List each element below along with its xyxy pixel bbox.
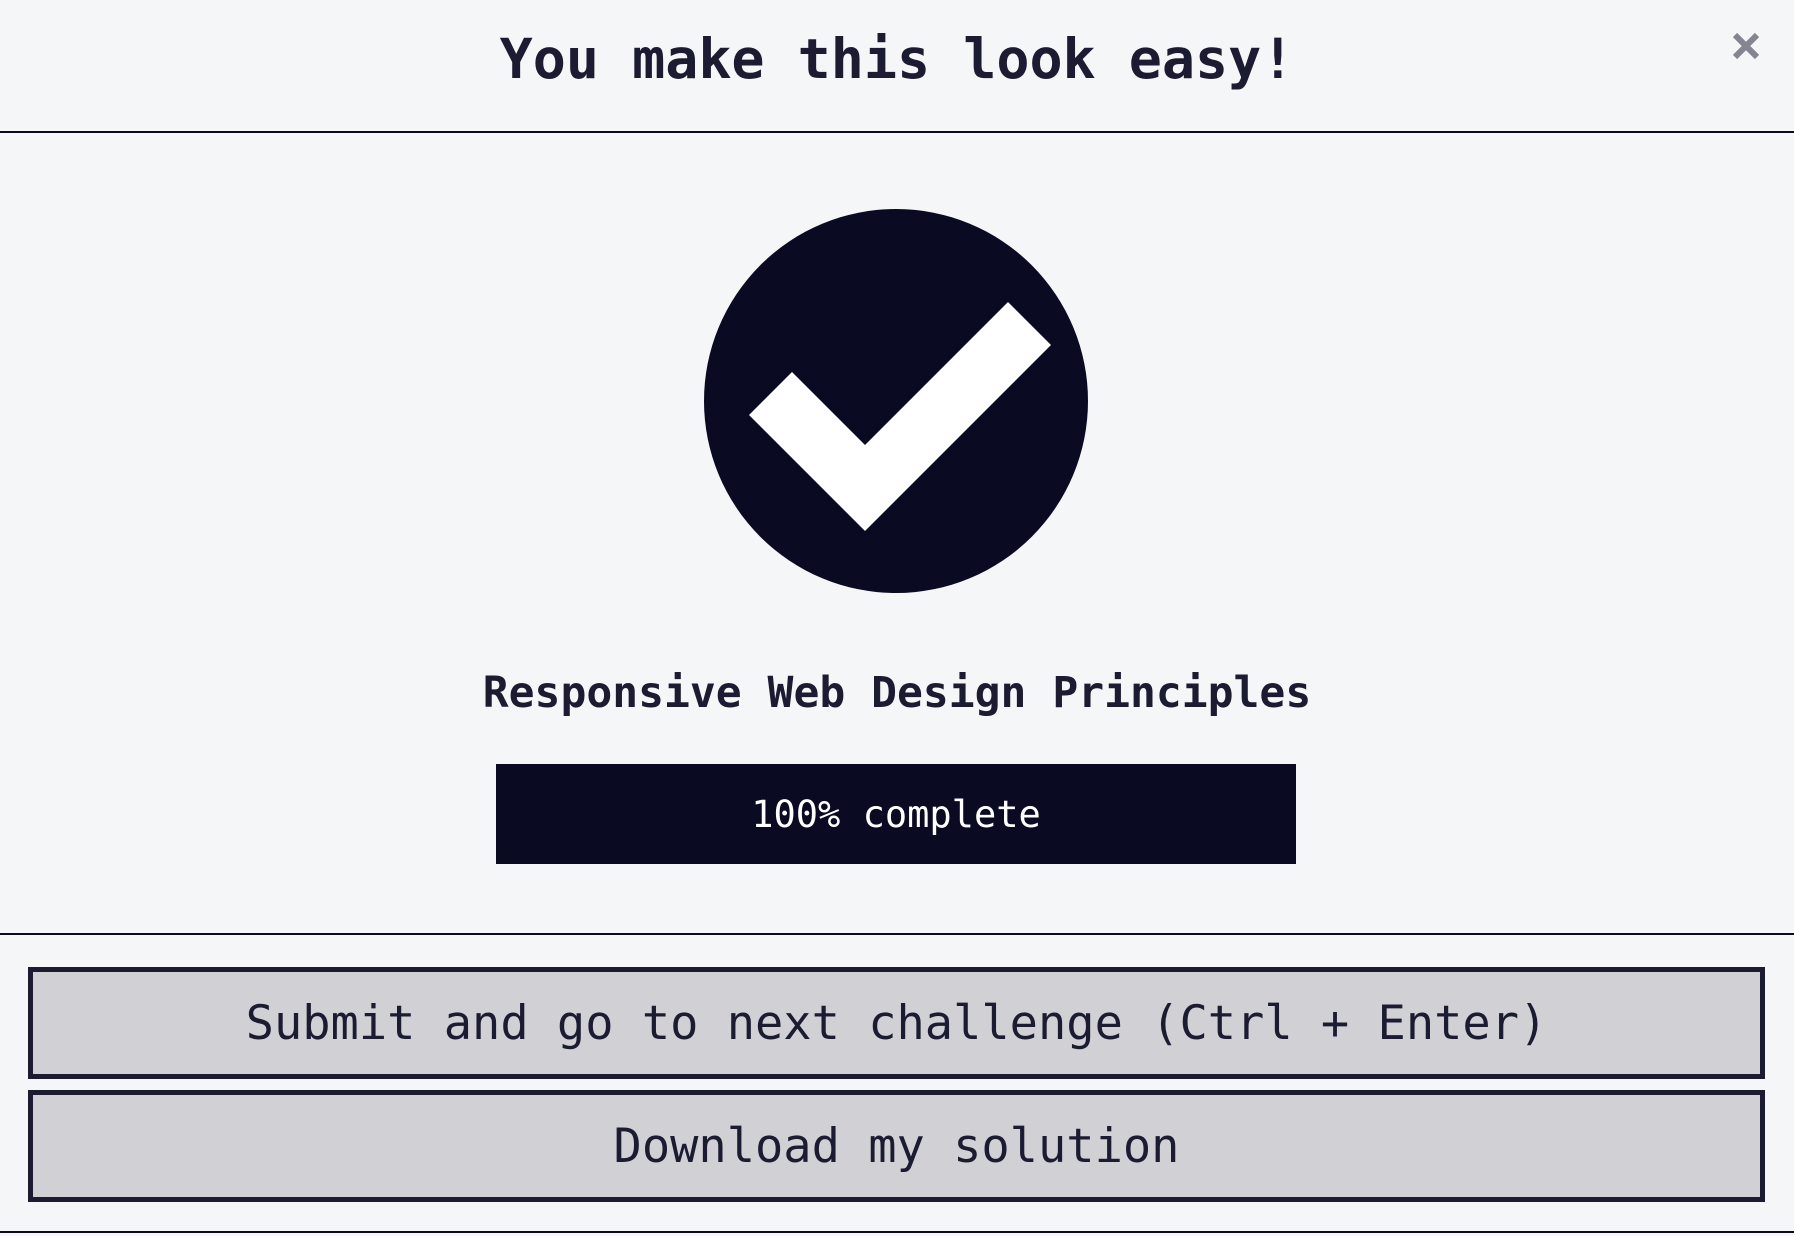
submit-next-challenge-button[interactable]: Submit and go to next challenge (Ctrl + … — [28, 967, 1765, 1079]
divider — [0, 1231, 1794, 1236]
close-button[interactable] — [1718, 18, 1774, 74]
progress-label: 100% complete — [751, 792, 1041, 836]
challenge-title: Responsive Web Design Principles — [482, 668, 1312, 718]
completion-modal: You make this look easy! Responsive Web … — [0, 0, 1794, 1236]
progress-bar: 100% complete — [496, 764, 1296, 864]
modal-footer: Submit and go to next challenge (Ctrl + … — [0, 933, 1794, 1236]
check-circle-icon — [704, 209, 1088, 593]
download-solution-button[interactable]: Download my solution — [28, 1090, 1765, 1202]
modal-header: You make this look easy! — [0, 0, 1794, 133]
modal-title: You make this look easy! — [499, 26, 1295, 91]
close-icon — [1732, 32, 1760, 60]
